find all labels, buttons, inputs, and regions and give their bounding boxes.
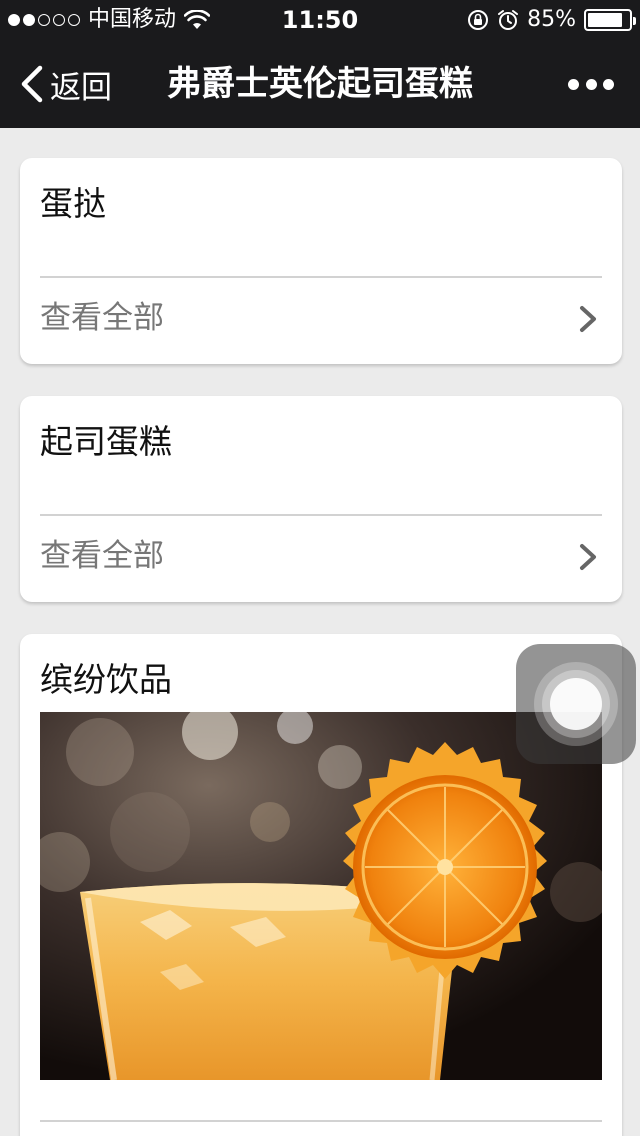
chevron-left-icon — [21, 65, 43, 103]
status-right: 85% — [467, 6, 636, 34]
battery-level — [588, 13, 622, 27]
dot — [568, 78, 579, 90]
alarm-icon — [498, 10, 519, 30]
back-label: 返回 — [50, 69, 112, 106]
divider — [40, 1120, 602, 1122]
assistive-touch-button[interactable] — [516, 644, 636, 764]
drink-photo[interactable] — [40, 712, 602, 1080]
back-button[interactable]: 返回 — [18, 62, 112, 106]
view-all-label: 查看全部 — [40, 300, 164, 336]
view-all-label: 查看全部 — [40, 538, 164, 574]
category-title: 蛋挞 — [40, 184, 106, 223]
status-bar: 中国移动 11:50 85% — [0, 0, 640, 40]
dot — [603, 78, 614, 90]
category-title: 缤纷饮品 — [40, 660, 172, 699]
orientation-lock-icon — [468, 10, 489, 30]
orange-juice-drink-photo — [40, 712, 602, 1080]
view-all-row[interactable]: 查看全部 — [20, 516, 622, 600]
page-title: 弗爵士英伦起司蛋糕 — [167, 64, 473, 104]
screen: 中国移动 11:50 85% 返回 弗爵士英伦起司蛋糕 蛋挞 查看全部 起司蛋糕… — [0, 0, 640, 1136]
category-card-egg-tart: 蛋挞 查看全部 — [20, 158, 622, 364]
dot — [585, 78, 597, 90]
chevron-right-icon — [580, 306, 596, 332]
battery-icon — [584, 9, 636, 31]
category-title: 起司蛋糕 — [40, 422, 172, 461]
category-list: 蛋挞 查看全部 起司蛋糕 查看全部 缤纷饮品 — [0, 128, 640, 1136]
navigation-bar: 返回 弗爵士英伦起司蛋糕 — [0, 40, 640, 128]
view-all-row[interactable]: 查看全部 — [20, 278, 622, 362]
assistive-ring-inner — [550, 678, 602, 730]
battery-percent: 85% — [527, 7, 576, 32]
category-card-cheesecake: 起司蛋糕 查看全部 — [20, 396, 622, 602]
more-dots-icon[interactable] — [568, 70, 614, 98]
chevron-right-icon — [580, 544, 596, 570]
